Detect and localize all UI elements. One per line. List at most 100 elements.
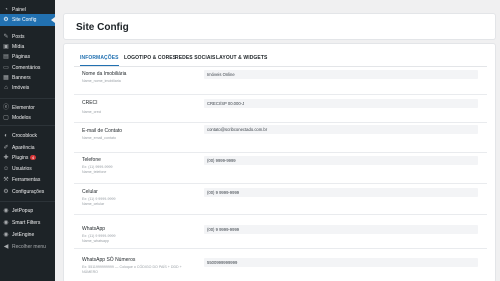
sidebar-item-modelos[interactable]: ▢ Modelos bbox=[0, 113, 55, 122]
sidebar-item-label: JetPopup bbox=[12, 207, 34, 214]
field-row-creci: CRECI Name_creci CRECI/SP 00.000-J bbox=[74, 95, 487, 123]
sidebar-item-label: Site Config bbox=[12, 17, 37, 23]
plugin-update-badge: 4 bbox=[30, 155, 36, 160]
field-row-whatsapp: WhatsApp Ex: (11) 9 9999-9999 Name_whats… bbox=[74, 215, 487, 249]
scrollbar[interactable] bbox=[496, 43, 499, 281]
sidebar-item-posts[interactable]: ✎ Posts bbox=[0, 32, 55, 41]
sidebar-item-label: Imóveis bbox=[12, 84, 30, 91]
sidebar-item-jetpopup[interactable]: ◉ JetPopup bbox=[0, 206, 55, 215]
sidebar-item-crocoblock[interactable]: ◐ Crocoblock bbox=[0, 131, 55, 140]
field-description: Ex: (11) 9 9999-9999 Name_whatsapp bbox=[82, 234, 116, 243]
email-field[interactable]: contato@scribconectado.com.br bbox=[204, 125, 478, 134]
field-label: CRECI bbox=[82, 100, 98, 106]
sidebar-item-label: Recolher menu bbox=[12, 243, 46, 250]
sidebar-item-painel[interactable]: ◔ Painel bbox=[0, 5, 55, 14]
sidebar-item-label: Painel bbox=[12, 6, 26, 13]
sidebar-item-label: Configurações bbox=[12, 188, 45, 195]
sidebar-item-elementor[interactable]: ⓔ Elementor bbox=[0, 103, 55, 112]
sidebar-item-label: Elementor bbox=[12, 104, 35, 111]
field-description: Ex: (11) 9 9999-9999 Name_celular bbox=[82, 197, 116, 206]
field-row-celular: Celular Ex: (11) 9 9999-9999 Name_celula… bbox=[74, 184, 487, 215]
dashboard-icon: ◔ bbox=[4, 6, 8, 13]
field-row-whatsapp-numeros: WhatsApp SÓ Números Ex: 5511999999999 — … bbox=[74, 249, 487, 281]
template-icon: ▢ bbox=[3, 114, 9, 121]
admin-sidebar: ◔ Painel ⚙ Site Config ✎ Posts ▣ Mídia ▤… bbox=[0, 0, 55, 281]
sidebar-item-label: JetEngine bbox=[12, 231, 35, 238]
field-row-email: E-mail de Contato Name_email_contato con… bbox=[74, 123, 487, 153]
jetpopup-icon: ◉ bbox=[3, 207, 9, 214]
celular-input[interactable]: (00) 9 9999-9999 bbox=[204, 188, 478, 197]
sidebar-item-jetengine[interactable]: ◉ JetEngine bbox=[0, 230, 55, 239]
sidebar-item-comentarios[interactable]: ▭ Comentários bbox=[0, 63, 55, 72]
sidebar-item-label: Mídia bbox=[12, 43, 25, 50]
page-header: Site Config bbox=[63, 13, 496, 40]
field-label: Celular bbox=[82, 189, 98, 195]
sidebar-item-label: Posts bbox=[12, 33, 25, 40]
sidebar-item-label: Crocoblock bbox=[12, 132, 38, 139]
sidebar-item-label: Ferramentas bbox=[12, 176, 41, 183]
sidebar-item-label: Comentários bbox=[12, 64, 41, 71]
sidebar-item-label: Usuários bbox=[12, 165, 32, 172]
tab-informacoes[interactable]: INFORMAÇÕES bbox=[80, 55, 119, 66]
sidebar-divider bbox=[0, 201, 55, 202]
tab-redes-sociais[interactable]: REDES SOCIAIS bbox=[175, 55, 215, 61]
page-icon: ▤ bbox=[3, 53, 9, 60]
elementor-icon: ⓔ bbox=[3, 104, 10, 111]
field-label: Nome da Imobiliária bbox=[82, 71, 127, 77]
crocoblock-icon: ◐ bbox=[4, 132, 8, 139]
sidebar-item-banners[interactable]: ▦ Banners bbox=[0, 73, 55, 82]
nome-imobiliaria-input[interactable]: Imóveis Online bbox=[204, 70, 478, 79]
sidebar-item-label: Plugins bbox=[12, 154, 29, 161]
creci-input[interactable]: CRECI/SP 00.000-J bbox=[204, 99, 478, 108]
sidebar-item-paginas[interactable]: ▤ Páginas bbox=[0, 52, 55, 61]
gear-icon: ⚙ bbox=[3, 17, 9, 23]
field-row-nome-imobiliaria: Nome da Imobiliária Name_nome_imobiliari… bbox=[74, 68, 487, 95]
field-row-telefone: Telefone Ex: (11) 9999-9999 Name_telefon… bbox=[74, 153, 487, 184]
sidebar-item-label: Modelos bbox=[12, 114, 31, 121]
field-label: WhatsApp SÓ Números bbox=[82, 257, 136, 263]
sidebar-divider bbox=[0, 98, 55, 99]
sidebar-item-label: Smart Filters bbox=[12, 219, 41, 226]
field-label: Telefone bbox=[82, 157, 101, 163]
wrench-icon: ⚒ bbox=[3, 176, 9, 183]
field-label: WhatsApp bbox=[82, 226, 106, 232]
sidebar-divider bbox=[0, 125, 55, 126]
collapse-icon: ◀ bbox=[3, 243, 9, 250]
collapse-menu-button[interactable]: ◀ Recolher menu bbox=[0, 242, 55, 251]
pin-icon: ✎ bbox=[3, 33, 9, 40]
sidebar-item-plugins[interactable]: ✚ Plugins 4 bbox=[0, 153, 55, 162]
sidebar-item-site-config[interactable]: ⚙ Site Config bbox=[0, 14, 55, 26]
settings-panel: INFORMAÇÕES LOGOTIPO & CORES REDES SOCIA… bbox=[63, 43, 496, 281]
whatsapp-input[interactable]: (00) 9 9999-9999 bbox=[204, 225, 478, 234]
settings-tabs: INFORMAÇÕES LOGOTIPO & CORES REDES SOCIA… bbox=[74, 50, 487, 67]
sidebar-item-aparencia[interactable]: ✐ Aparência bbox=[0, 143, 55, 152]
sidebar-item-smart-filters[interactable]: ◉ Smart Filters bbox=[0, 218, 55, 227]
media-icon: ▣ bbox=[3, 43, 9, 50]
sidebar-item-usuarios[interactable]: ☺ Usuários bbox=[0, 164, 55, 173]
tab-logotipo-cores[interactable]: LOGOTIPO & CORES bbox=[124, 55, 176, 61]
sidebar-item-configuracoes[interactable]: ⚙ Configurações bbox=[0, 187, 55, 196]
sidebar-item-label: Páginas bbox=[12, 53, 31, 60]
house-icon: ⌂ bbox=[4, 84, 8, 91]
field-description: Name_email_contato bbox=[82, 136, 116, 140]
sidebar-item-imoveis[interactable]: ⌂ Imóveis bbox=[0, 83, 55, 92]
field-description: Ex: (11) 9999-9999 Name_telefone bbox=[82, 165, 113, 174]
jetengine-icon: ◉ bbox=[3, 231, 9, 238]
sidebar-item-label: Banners bbox=[12, 74, 31, 81]
field-label: E-mail de Contato bbox=[82, 128, 123, 134]
field-description: Name_creci bbox=[82, 110, 102, 114]
plugin-icon: ✚ bbox=[3, 154, 9, 161]
field-description: Ex: 5511999999999 — Coloque o CÓDIGO DO … bbox=[82, 265, 182, 274]
settings-icon: ⚙ bbox=[3, 188, 9, 195]
field-description: Name_nome_imobiliaria bbox=[82, 79, 121, 83]
filter-icon: ◉ bbox=[3, 219, 9, 226]
page-title: Site Config bbox=[76, 22, 129, 33]
whatsapp-numeros-input[interactable]: 5500999999999 bbox=[204, 258, 478, 267]
sidebar-item-midia[interactable]: ▣ Mídia bbox=[0, 42, 55, 51]
brush-icon: ✐ bbox=[3, 144, 9, 151]
user-icon: ☺ bbox=[3, 165, 10, 172]
tab-layout-widgets[interactable]: LAYOUT & WIDGETS bbox=[216, 55, 267, 61]
sidebar-item-label: Aparência bbox=[12, 144, 35, 151]
sidebar-item-ferramentas[interactable]: ⚒ Ferramentas bbox=[0, 175, 55, 184]
telefone-input[interactable]: (00) 9999-9999 bbox=[204, 156, 478, 165]
